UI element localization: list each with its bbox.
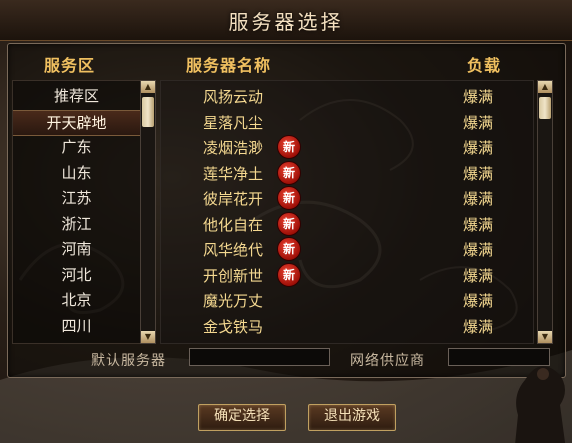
server-load: 爆满 [463, 88, 494, 106]
server-load: 爆满 [463, 139, 494, 157]
server-load: 爆满 [463, 113, 494, 132]
title-bar: 服务器选择 [0, 0, 572, 41]
new-server-badge: 新 [277, 211, 301, 236]
zone-item[interactable]: 江苏 [13, 186, 140, 210]
server-row[interactable]: 魔光万丈 爆满 [161, 287, 533, 312]
server-load: 爆满 [463, 317, 494, 336]
default-server-label: 默认服务器 [91, 353, 166, 369]
zone-item[interactable]: 开天辟地 [13, 109, 140, 136]
zone-item[interactable]: 河南 [13, 237, 140, 261]
server-load: 爆满 [463, 164, 494, 183]
zone-item[interactable]: 广东 [13, 135, 140, 159]
server-row[interactable]: 金戈铁马 爆满 [161, 313, 533, 338]
server-row[interactable]: 星落凡尘 爆满 [161, 109, 533, 134]
zone-scroll-up-button[interactable]: ▲ [141, 81, 155, 93]
server-load: 爆满 [463, 292, 494, 310]
guardian-figure-decoration [515, 366, 566, 443]
server-name: 魔光万丈 [203, 292, 264, 310]
zone-scrollbar[interactable]: ▲ ▼ [140, 80, 156, 344]
server-row[interactable]: 风华绝代新 爆满 [161, 236, 533, 261]
isp-label: 网络供应商 [350, 353, 425, 369]
server-name: 风扬云动 [203, 88, 264, 106]
server-name: 凌烟浩渺 [203, 139, 264, 157]
column-header-zone: 服务区 [44, 56, 96, 75]
server-name: 金戈铁马 [203, 317, 264, 336]
zone-item[interactable]: 河北 [13, 263, 140, 287]
new-server-badge: 新 [277, 262, 301, 287]
server-name: 开创新世 [203, 266, 264, 285]
exit-game-button[interactable]: 退出游戏 [308, 404, 396, 431]
zone-scroll-thumb[interactable] [142, 97, 154, 127]
new-server-badge: 新 [277, 160, 301, 185]
server-load: 爆满 [463, 266, 494, 285]
zone-item[interactable]: 北京 [13, 288, 140, 312]
new-server-badge: 新 [277, 186, 301, 210]
server-scrollbar[interactable]: ▲ ▼ [537, 80, 553, 344]
server-list: 风扬云动 爆满 星落凡尘 爆满 凌烟浩渺新爆满 莲华净土新爆满 彼岸花开新爆满 他化自在新爆满… [160, 80, 534, 344]
zone-item[interactable]: 四川 [13, 314, 140, 338]
server-name: 彼岸花开 [203, 190, 264, 208]
server-scroll-thumb[interactable] [539, 97, 551, 119]
zone-scroll-down-button[interactable]: ▼ [141, 331, 155, 343]
server-name: 星落凡尘 [203, 113, 264, 132]
server-name: 他化自在 [203, 215, 264, 234]
server-row[interactable]: 莲华净土新 爆满 [161, 160, 533, 185]
server-load: 爆满 [463, 241, 494, 259]
window-title: 服务器选择 [228, 10, 344, 34]
server-row[interactable]: 彼岸花开新 爆满 [161, 185, 533, 210]
server-row[interactable]: 开创新世新 爆满 [161, 262, 533, 287]
server-load: 爆满 [463, 215, 494, 234]
column-header-server-name: 服务器名称 [186, 56, 272, 75]
new-server-badge: 新 [277, 237, 301, 261]
server-name: 莲华净土 [203, 164, 264, 183]
server-row[interactable]: 凌烟浩渺新 爆满 [161, 134, 533, 159]
server-name: 风华绝代 [203, 241, 264, 259]
server-row[interactable]: 他化自在新 爆满 [161, 211, 533, 236]
default-server-field[interactable] [189, 348, 330, 366]
server-row[interactable]: 风扬云动 爆满 [161, 83, 533, 108]
confirm-select-button[interactable]: 确定选择 [198, 404, 286, 431]
server-scroll-down-button[interactable]: ▼ [538, 331, 552, 343]
column-header-load: 负载 [467, 56, 502, 75]
zone-item[interactable]: 浙江 [13, 212, 140, 236]
new-server-badge: 新 [277, 135, 301, 159]
server-scroll-up-button[interactable]: ▲ [538, 81, 552, 93]
server-select-window: 服务器选择 服务区 服务器名称 负载 推荐区 开天辟地 广东 山东 江苏 浙江 河南 河北 北京… [0, 0, 572, 443]
zone-item[interactable]: 推荐区 [13, 84, 140, 108]
zone-item[interactable]: 山东 [13, 161, 140, 185]
zone-list: 推荐区 开天辟地 广东 山东 江苏 浙江 河南 河北 北京 四川 [12, 80, 141, 344]
server-load: 爆满 [463, 190, 494, 208]
